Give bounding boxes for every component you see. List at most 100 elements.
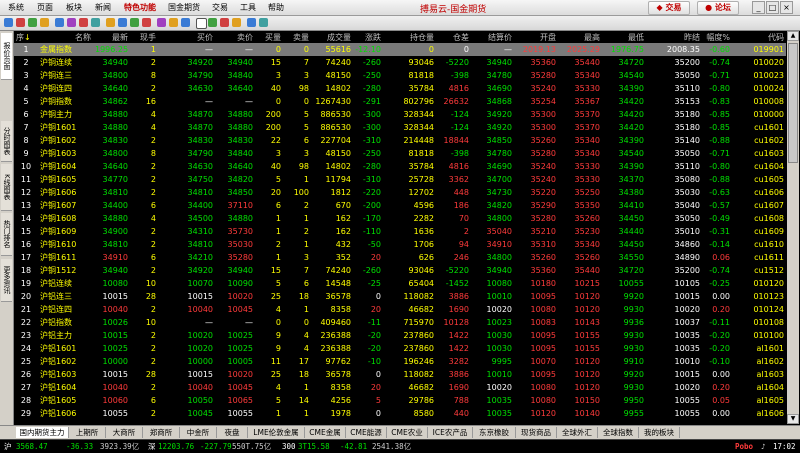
column-header[interactable]: 卖价 — [215, 31, 255, 43]
table-row[interactable]: 18 沪铜1512 34940 2 34920 34940 15 7 74240 -260 9304… — [14, 264, 786, 277]
refresh-icon[interactable] — [40, 18, 49, 27]
tab-spot[interactable]: 现货商品 — [516, 427, 557, 438]
tab-cme-agri[interactable]: CME农业 — [387, 427, 428, 438]
table-row[interactable]: 21 沪铝连四 10040 2 10040 10045 4 1 8358 20 46682 1690 1… — [14, 303, 786, 316]
table-row[interactable]: 29 沪铝1606 10055 2 10045 10055 1 1 1978 0 8580 440 10… — [14, 407, 786, 420]
menu-tools[interactable]: 工具 — [240, 2, 256, 13]
home-icon[interactable] — [4, 18, 13, 27]
forward-icon[interactable] — [28, 18, 37, 27]
back-icon[interactable] — [16, 18, 25, 27]
tab-forex[interactable]: 全球外汇 — [557, 427, 598, 438]
filter-icon[interactable] — [220, 18, 229, 27]
tab-ice-agri[interactable]: ICE农产品 — [428, 427, 473, 438]
sidebar-tab-more-info[interactable]: 更多资讯 — [1, 259, 12, 302]
tab-night[interactable]: 夜盘 — [217, 427, 248, 438]
tab-cme-energy[interactable]: CME能源 — [346, 427, 387, 438]
tab-lme[interactable]: LME伦敦金属 — [248, 427, 305, 438]
grid-icon[interactable] — [196, 18, 207, 29]
tab-czce[interactable]: 郑商所 — [143, 427, 180, 438]
tab-global-index[interactable]: 全球指数 — [598, 427, 639, 438]
tab-cme-metal[interactable]: CME金属 — [305, 427, 346, 438]
menu-trade[interactable]: 交易 — [212, 2, 228, 13]
table-row[interactable]: 11 沪铜1605 34770 2 34750 34820 5 1 11794 -310 25728… — [14, 173, 786, 186]
column-header[interactable]: 最低 — [602, 31, 646, 43]
forum-button[interactable]: ● 论坛 — [697, 1, 739, 15]
calc-icon[interactable] — [130, 18, 139, 27]
column-header[interactable]: 涨跌 — [353, 31, 383, 43]
table-row[interactable]: 8 沪铜1602 34830 2 34830 34830 22 6 227704 -310 2144… — [14, 134, 786, 147]
column-header[interactable]: 持仓量 — [383, 31, 436, 43]
table-row[interactable]: 9 沪铜1603 34800 8 34790 34840 3 3 48150 -250 81818 -… — [14, 147, 786, 160]
scroll-up-icon[interactable]: ▲ — [787, 31, 799, 41]
vertical-scrollbar[interactable]: ▲ ▼ — [787, 31, 799, 424]
menu-features[interactable]: 特色功能 — [124, 2, 156, 13]
settings-icon[interactable] — [181, 18, 190, 27]
table-row[interactable]: 13 沪铜1607 34400 6 34400 37110 6 2 670 -200 4596 186… — [14, 199, 786, 212]
table-row[interactable]: 20 沪铝连三 10015 28 10015 10020 25 18 36578 0 118082 3… — [14, 290, 786, 303]
quote-icon[interactable] — [55, 18, 64, 27]
speaker-icon[interactable]: ♪ — [761, 440, 766, 453]
sidebar-tab-ranking[interactable]: 热门排名 — [1, 213, 12, 256]
chart-icon[interactable] — [67, 18, 76, 27]
sidebar-tab-kline[interactable]: K线图表 — [1, 164, 12, 211]
table-row[interactable]: 1 金属指数 1996.25 1— —0 0 55616 -12.10 0 0—2019.13 20… — [14, 43, 786, 56]
news-icon[interactable] — [106, 18, 115, 27]
alert-icon[interactable] — [142, 18, 151, 27]
table-row[interactable]: 4 沪铜连四 34640 2 34630 34640 40 98 14802 -280 35784 4… — [14, 82, 786, 95]
column-header[interactable]: 序↓ — [14, 31, 38, 43]
menu-news[interactable]: 新闻 — [95, 2, 111, 13]
scroll-thumb[interactable] — [788, 43, 798, 163]
tab-domestic-main[interactable]: 国内期货主力 — [16, 427, 69, 438]
tab-cffex[interactable]: 中金所 — [180, 427, 217, 438]
table-row[interactable]: 19 沪铝连续 10080 10 10070 10090 5 6 14548 -25 65404 -1… — [14, 277, 786, 290]
menu-help[interactable]: 帮助 — [268, 2, 284, 13]
lock-icon[interactable] — [259, 18, 268, 27]
column-header[interactable]: 最高 — [558, 31, 602, 43]
table-row[interactable]: 10 沪铜1604 34640 2 34630 34640 40 98 14802 -280 357… — [14, 160, 786, 173]
trade-button[interactable]: ◆ 交易 — [648, 1, 690, 15]
tab-shfe[interactable]: 上期所 — [69, 427, 106, 438]
star-icon[interactable] — [169, 18, 178, 27]
column-header[interactable]: 结算价 — [471, 31, 514, 43]
tab-dce[interactable]: 大商所 — [106, 427, 143, 438]
table-row[interactable]: 27 沪铝1604 10040 2 10040 10045 4 1 8358 20 46682 169… — [14, 381, 786, 394]
column-header[interactable]: 开盘 — [514, 31, 558, 43]
table-row[interactable]: 14 沪铜1608 34880 4 34500 34880 1 1 162 -170 2282 70 3… — [14, 212, 786, 225]
sidebar-tab-timeshare[interactable]: 分时图表 — [1, 121, 12, 162]
minimize-icon[interactable]: _ — [752, 1, 765, 14]
column-header[interactable]: 名称 — [38, 31, 93, 43]
table-row[interactable]: 5 沪铜指数 34862 16 — — 0 0 1267430 -291 802796 26632 34… — [14, 95, 786, 108]
close-icon[interactable]: × — [780, 1, 793, 14]
print-icon[interactable] — [247, 18, 256, 27]
maximize-icon[interactable]: □ — [766, 1, 779, 14]
info-icon[interactable] — [118, 18, 127, 27]
table-row[interactable]: 22 沪铝指数 10026 10 — — 0 0 409460 -11 715970 10128 100… — [14, 316, 786, 329]
column-header[interactable]: 代码 — [732, 31, 786, 43]
menu-system[interactable]: 系统 — [8, 2, 24, 13]
table-row[interactable]: 12 沪铜1606 34810 2 34810 34850 20 100 1812 -220 127… — [14, 186, 786, 199]
table-row[interactable]: 24 沪铝1601 10025 2 10020 10025 9 4 236388 -20 23786… — [14, 342, 786, 355]
table-row[interactable]: 15 沪铜1609 34900 2 34310 35730 1 2 162 -110 1636 2 35… — [14, 225, 786, 238]
scroll-down-icon[interactable]: ▼ — [787, 414, 799, 424]
column-header[interactable]: 现手 — [130, 31, 158, 43]
menu-guojin-futures[interactable]: 国金期货 — [168, 2, 200, 13]
column-header[interactable]: 买价 — [158, 31, 215, 43]
export-icon[interactable] — [232, 18, 241, 27]
table-row[interactable]: 16 沪铜1610 34810 2 34810 35030 2 1 432 -50 1706 94 34… — [14, 238, 786, 251]
layout-icon[interactable] — [157, 18, 166, 27]
table-row[interactable]: 28 沪铝1605 10060 6 10050 10065 5 14 4256 5 29786 788… — [14, 394, 786, 407]
column-header[interactable]: 幅度% — [702, 31, 732, 43]
column-header[interactable]: 最新 — [93, 31, 130, 43]
sidebar-tab-quote[interactable]: 报价页面 — [1, 33, 12, 80]
table-row[interactable]: 17 沪铜1611 34910 6 34210 35280 1 3 352 20 626 246 348… — [14, 251, 786, 264]
menu-page[interactable]: 页面 — [37, 2, 53, 13]
column-header[interactable]: 卖量 — [283, 31, 311, 43]
tick-icon[interactable] — [91, 18, 100, 27]
table-row[interactable]: 2 沪铜连续 34940 2 34920 34940 15 7 74240 -260 93046 -5… — [14, 56, 786, 69]
table-row[interactable]: 25 沪铝1602 10000 2 10000 10005 11 17 97762 -10 1962… — [14, 355, 786, 368]
menu-sector[interactable]: 板块 — [66, 2, 82, 13]
column-header[interactable]: 成交量 — [311, 31, 353, 43]
table-row[interactable]: 3 沪铜连三 34800 8 34790 34840 3 3 48150 -250 81818 -39… — [14, 69, 786, 82]
column-header[interactable]: 昨结 — [646, 31, 702, 43]
column-header[interactable]: 买量 — [255, 31, 283, 43]
